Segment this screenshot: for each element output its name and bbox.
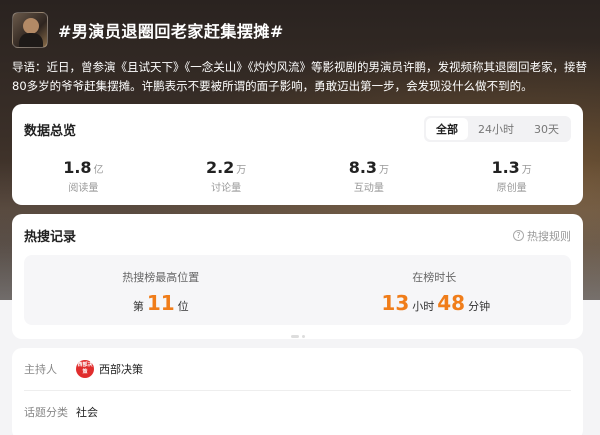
stat-reads-unit: 亿 (93, 165, 104, 176)
category-label: 话题分类 (24, 406, 68, 419)
stat-originals-label: 原创量 (496, 183, 527, 194)
category-row: 话题分类 社会 (12, 391, 583, 433)
stat-originals: 1.3 万 原创量 (440, 158, 583, 194)
hot-search-card: 热搜记录 ? 热搜规则 热搜榜最高位置 第 11 位 在榜时长 13 小时 48 分钟 (12, 214, 583, 339)
topic-header: #男演员退圈回老家赶集摆摊# (12, 12, 284, 48)
hot-search-rules-link[interactable]: ? 热搜规则 (513, 228, 571, 244)
overview-title: 数据总览 (24, 123, 77, 139)
stat-interactions-unit: 万 (379, 165, 390, 176)
topic-info-card: 主持人 西部决策 西部决策 话题分类 社会 (12, 348, 583, 435)
pager-dots (12, 335, 583, 338)
stat-interactions-value: 8.3 (348, 158, 378, 177)
stat-discussions: 2.2 万 讨论量 (155, 158, 298, 194)
host-logo-icon: 西部决策 (76, 360, 94, 378)
pager-dot-active[interactable] (290, 335, 299, 338)
stat-reads: 1.8 亿 阅读量 (12, 158, 155, 194)
stat-discussions-unit: 万 (236, 165, 247, 176)
peak-prefix: 第 (132, 300, 144, 313)
topic-intro: 导语：近日，曾参演《且试天下》《一念关山》《灼灼风流》等影视剧的男演员许鹏，发视… (12, 60, 587, 93)
stat-discussions-value: 2.2 (205, 158, 235, 177)
stat-discussions-label: 讨论量 (211, 183, 242, 194)
time-range-tabs: 全部 24小时 30天 (424, 116, 571, 142)
host-link[interactable]: 西部决策 西部决策 (76, 360, 143, 378)
peak-position: 热搜榜最高位置 第 11 位 (24, 255, 298, 325)
tab-all[interactable]: 全部 (426, 118, 468, 140)
topic-title: #男演员退圈回老家赶集摆摊# (58, 22, 284, 41)
tab-24h[interactable]: 24小时 (468, 118, 524, 140)
hot-search-rules-label: 热搜规则 (527, 229, 571, 243)
peak-position-label: 热搜榜最高位置 (122, 271, 200, 284)
peak-suffix: 位 (177, 300, 189, 313)
pager-dot[interactable] (301, 335, 305, 338)
stat-originals-unit: 万 (521, 165, 532, 176)
duration-hours: 13 (381, 291, 410, 315)
category-value: 社会 (76, 406, 98, 419)
host-label: 主持人 (24, 363, 57, 376)
stats-row: 1.8 亿 阅读量 2.2 万 讨论量 8.3 万 互动量 1.3 万 原创量 (12, 158, 583, 194)
host-name: 西部决策 (99, 363, 143, 376)
stat-reads-value: 1.8 (63, 158, 92, 177)
duration-minutes: 48 (437, 291, 466, 315)
stat-reads-label: 阅读量 (68, 183, 99, 194)
hot-search-stats: 热搜榜最高位置 第 11 位 在榜时长 13 小时 48 分钟 (24, 255, 571, 325)
duration-label: 在榜时长 (412, 271, 457, 284)
hot-search-title: 热搜记录 (24, 230, 77, 245)
duration-hours-unit: 小时 (412, 300, 435, 313)
data-overview-card: 数据总览 全部 24小时 30天 1.8 亿 阅读量 2.2 万 讨论量 8.3 万 … (12, 104, 583, 205)
duration-minutes-unit: 分钟 (468, 300, 491, 313)
tab-30d[interactable]: 30天 (524, 118, 569, 140)
stat-interactions: 8.3 万 互动量 (298, 158, 441, 194)
topic-thumbnail[interactable] (12, 12, 48, 48)
chart-duration: 在榜时长 13 小时 48 分钟 (298, 255, 572, 325)
stat-originals-value: 1.3 (491, 158, 520, 177)
stat-interactions-label: 互动量 (353, 183, 384, 194)
host-row: 主持人 西部决策 西部决策 (12, 348, 583, 390)
question-icon: ? (513, 230, 524, 241)
peak-value: 11 (146, 291, 175, 315)
